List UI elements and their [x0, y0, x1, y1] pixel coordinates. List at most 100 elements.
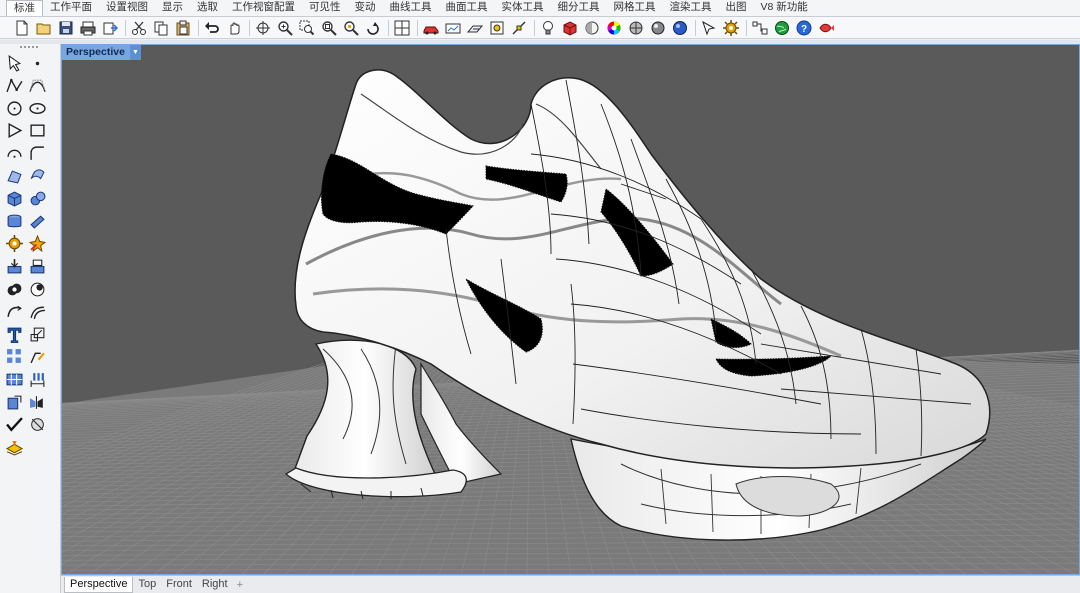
- gear-subd-icon[interactable]: [4, 234, 24, 254]
- ribbon-tab-15[interactable]: 出图: [719, 0, 754, 16]
- open-file-icon[interactable]: [34, 18, 54, 37]
- trim-icon[interactable]: [27, 256, 47, 276]
- viewport-tab-right[interactable]: Right: [197, 577, 233, 593]
- edit-points-icon[interactable]: [27, 415, 47, 435]
- ellipse-icon[interactable]: [27, 98, 47, 118]
- ribbon-tab-10[interactable]: 曲面工具: [439, 0, 495, 16]
- rotate-view-icon[interactable]: [253, 18, 273, 37]
- car-icon[interactable]: [421, 18, 441, 37]
- ribbon-tab-12[interactable]: 细分工具: [551, 0, 607, 16]
- scale-icon[interactable]: [27, 324, 47, 344]
- render-icon[interactable]: [648, 18, 668, 37]
- viewport-menu-dropdown-icon[interactable]: ▼: [129, 45, 141, 60]
- ribbon-tab-7[interactable]: 可见性: [302, 0, 348, 16]
- options-gear-icon[interactable]: [721, 18, 741, 37]
- layer-icon[interactable]: [4, 437, 24, 457]
- undo-icon[interactable]: [202, 18, 222, 37]
- viewport-title[interactable]: Perspective: [61, 45, 130, 60]
- orient-icon[interactable]: [4, 392, 24, 412]
- palette-grip-handle[interactable]: [20, 46, 40, 50]
- viewport-scene: [61, 69, 1080, 575]
- curve-cp-icon[interactable]: [27, 76, 47, 96]
- fillet-curve-icon[interactable]: [27, 143, 47, 163]
- light-bulb-icon[interactable]: [538, 18, 558, 37]
- named-cplane-icon[interactable]: [465, 18, 485, 37]
- globe-icon[interactable]: [772, 18, 792, 37]
- print-icon[interactable]: [78, 18, 98, 37]
- viewport-tab-front[interactable]: Front: [161, 577, 197, 593]
- cut-icon[interactable]: [129, 18, 149, 37]
- arrow-icon[interactable]: [699, 18, 719, 37]
- ribbon-tab-5[interactable]: 选取: [190, 0, 225, 16]
- ribbon-tab-8[interactable]: 变动: [348, 0, 383, 16]
- circle-icon[interactable]: [4, 98, 24, 118]
- add-viewport-tab-icon[interactable]: +: [233, 579, 247, 591]
- four-viewports-icon[interactable]: [392, 18, 412, 37]
- sphere-solid-icon[interactable]: [27, 189, 47, 209]
- new-file-icon[interactable]: [12, 18, 32, 37]
- mesh-grid-icon[interactable]: [4, 369, 24, 389]
- arc-circle-icon[interactable]: [4, 143, 24, 163]
- blend-icon[interactable]: [27, 347, 47, 367]
- perspective-viewport[interactable]: Perspective ▼: [61, 44, 1080, 575]
- ribbon-tab-9[interactable]: 曲线工具: [383, 0, 439, 16]
- select-arrow-icon[interactable]: [4, 53, 24, 73]
- color-wheel-icon[interactable]: [604, 18, 624, 37]
- extrude-surface-icon[interactable]: [27, 166, 47, 186]
- zoom-icon[interactable]: [275, 18, 295, 37]
- ribbon-tab-14[interactable]: 渲染工具: [663, 0, 719, 16]
- undo-view-icon[interactable]: [363, 18, 383, 37]
- viewport-tab-perspective[interactable]: Perspective: [64, 576, 134, 593]
- ribbon-tab-13[interactable]: 网格工具: [607, 0, 663, 16]
- help-icon[interactable]: ?: [794, 18, 814, 37]
- boolean-diff-icon[interactable]: [27, 279, 47, 299]
- material-icon[interactable]: [582, 18, 602, 37]
- import-icon[interactable]: [100, 18, 120, 37]
- sphere-render-icon[interactable]: [626, 18, 646, 37]
- zoom-selected-icon[interactable]: [341, 18, 361, 37]
- named-views-icon[interactable]: [443, 18, 463, 37]
- properties-icon[interactable]: [487, 18, 507, 37]
- join-curve-icon[interactable]: [4, 302, 24, 322]
- grasshopper-graph-icon[interactable]: [750, 18, 770, 37]
- check-icon[interactable]: [4, 415, 24, 435]
- shaded-icon[interactable]: [560, 18, 580, 37]
- zoom-window-icon[interactable]: [297, 18, 317, 37]
- copy-icon[interactable]: [151, 18, 171, 37]
- polyline-icon[interactable]: [4, 76, 24, 96]
- array-icon[interactable]: [4, 347, 24, 367]
- text-tool-icon[interactable]: [4, 324, 24, 344]
- ribbon-tab-11[interactable]: 实体工具: [495, 0, 551, 16]
- dimension-icon[interactable]: [27, 369, 47, 389]
- fish-icon[interactable]: [816, 18, 836, 37]
- star-transform-icon[interactable]: [27, 234, 47, 254]
- save-icon[interactable]: [56, 18, 76, 37]
- offset-curve-icon[interactable]: [27, 302, 47, 322]
- ribbon-tab-6[interactable]: 工作视窗配置: [225, 0, 302, 16]
- ribbon-tab-2[interactable]: 工作平面: [43, 0, 99, 16]
- pan-hand-icon[interactable]: [224, 18, 244, 37]
- split-icon[interactable]: [4, 256, 24, 276]
- polygon-icon[interactable]: [4, 121, 24, 141]
- ribbon-tab-4[interactable]: 显示: [155, 0, 190, 16]
- paste-icon[interactable]: [173, 18, 193, 37]
- shoe-model[interactable]: [284, 69, 991, 541]
- viewport-title-tab[interactable]: Perspective ▼: [61, 45, 141, 60]
- ribbon-tab-16[interactable]: V8 新功能: [754, 0, 815, 16]
- world-sphere-icon[interactable]: [670, 18, 690, 37]
- viewport-tab-top[interactable]: Top: [133, 577, 161, 593]
- cylinder-solid-icon[interactable]: [4, 211, 24, 231]
- ribbon-tab-1[interactable]: 标准: [6, 0, 43, 16]
- box-solid-icon[interactable]: [4, 189, 24, 209]
- toolbar-separator: [534, 19, 535, 36]
- object-snap-icon[interactable]: [509, 18, 529, 37]
- zoom-extents-icon[interactable]: [319, 18, 339, 37]
- point-icon[interactable]: [27, 53, 47, 73]
- mirror-icon[interactable]: [27, 392, 47, 412]
- rectangle-icon[interactable]: [27, 121, 47, 141]
- surface-from-points-icon[interactable]: [4, 166, 24, 186]
- boolean-union-icon[interactable]: [4, 279, 24, 299]
- ribbon-tab-3[interactable]: 设置视图: [99, 0, 155, 16]
- plane-solid-icon[interactable]: [27, 211, 47, 231]
- toolbar-separator: [125, 19, 126, 36]
